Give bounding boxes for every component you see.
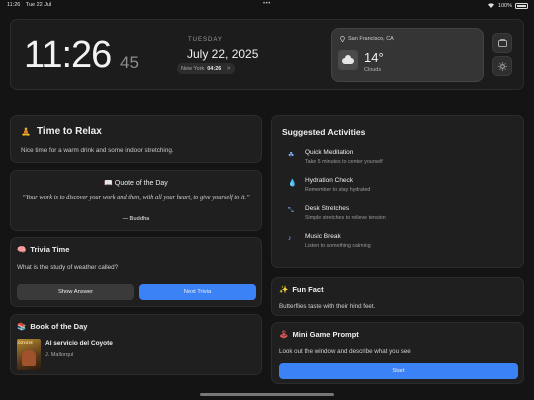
fun-fact-card: ✨ Fun Fact Butterflies taste with their … [271,277,524,316]
trivia-question: What is the study of weather called? [17,264,119,271]
day-name: TUESDAY [188,37,223,43]
cloud-icon [338,50,358,70]
quote-text: “Your work is to discover your work and … [22,194,250,201]
trivia-card: 🧠 Trivia Time What is the study of weath… [10,237,262,307]
weather-card[interactable]: San Francisco, CA 14° Clouds [331,28,484,82]
activity-title: Desk Stretches [305,205,350,212]
activity-title: Music Break [305,233,341,240]
multitasking-dots[interactable]: ••• [263,1,271,7]
book-title[interactable]: Al servicio del Coyote [45,340,113,347]
book-open-icon: 📖 [104,180,113,187]
music-note-icon: ♪ [288,235,292,242]
date-text: July 22, 2025 [187,47,259,61]
activity-title: Hydration Check [305,177,354,184]
water-drop-icon: 💧 [288,180,297,187]
suggested-activities-card: Suggested Activities ☘ Quick Meditation … [271,115,524,268]
brightness-button[interactable] [492,56,512,76]
clock-time: 11:26 [24,34,112,76]
wallet-button[interactable] [492,33,512,53]
wallet-icon [497,39,507,47]
quote-card: 📖 Quote of the Day “Your work is to disc… [10,170,262,231]
joystick-icon: 🕹 [279,330,289,339]
timezone-pill[interactable]: New York 04:26 ✕ [177,63,235,74]
books-icon: 📚 [17,322,27,331]
relax-text: Nice time for a warm drink and some indo… [21,147,174,154]
book-card: 📚 Book of the Day Al servicio del Coyote… [10,314,262,375]
show-answer-button[interactable]: Show Answer [17,284,134,300]
mini-game-title: Mini Game Prompt [292,330,359,339]
wifi-icon [487,2,495,10]
clock-seconds: 45 [120,53,139,72]
relax-card: 🧘 Time to Relax Nice time for a warm dri… [10,115,262,163]
timezone-time: 04:26 [207,65,222,72]
battery-icon [515,3,528,9]
quote-header: 📖 Quote of the Day [11,179,261,187]
meditation-icon: 🧘 [21,127,31,136]
activity-desc: Listen to something calming [305,243,371,249]
book-section-title: Book of the Day [30,322,88,331]
weather-desc: Clouds [364,67,382,73]
fun-fact-title: Fun Fact [292,285,324,294]
location-pin-icon [340,36,345,42]
weather-location-text: San Francisco, CA [348,36,394,42]
book-cover[interactable] [17,339,41,370]
sun-icon [497,61,507,71]
status-date: Tue 22 Jul [25,2,52,8]
weather-temp: 14° [364,50,384,65]
close-icon[interactable]: ✕ [226,66,231,72]
book-author: J. Mallorquí [45,352,74,358]
brain-icon: 🧠 [17,245,27,254]
status-bar: 11:26 Tue 22 Jul ••• 100% [0,0,534,10]
activity-desc: Take 5 minutes to center yourself [305,159,383,165]
sparkle-icon: ✨ [279,285,289,294]
stretch-icon: ⤡ [288,207,294,214]
status-time: 11:26 [7,2,21,8]
mini-game-text: Look out the window and describe what yo… [279,348,411,355]
activity-desc: Simple stretches to relieve tension [305,215,386,221]
quote-title: Quote of the Day [114,180,168,187]
quote-author: — Buddha [122,216,150,222]
suggested-title: Suggested Activities [282,127,366,137]
start-button[interactable]: Start [279,363,518,379]
weather-location: San Francisco, CA [340,36,394,42]
relax-title: Time to Relax [36,126,102,137]
mini-game-card: 🕹 Mini Game Prompt Look out the window a… [271,322,524,384]
trivia-title: Trivia Time [30,245,70,254]
fun-fact-text: Butterflies taste with their hind feet. [279,303,376,310]
home-indicator[interactable] [200,393,334,396]
activity-desc: Remember to stay hydrated [305,187,371,193]
battery-percent: 100% [497,3,512,9]
meditation-icon: ☘ [288,152,295,159]
next-trivia-button[interactable]: Next Trivia [139,284,256,300]
timezone-city: New York [181,65,205,72]
activity-title: Quick Meditation [305,149,354,156]
